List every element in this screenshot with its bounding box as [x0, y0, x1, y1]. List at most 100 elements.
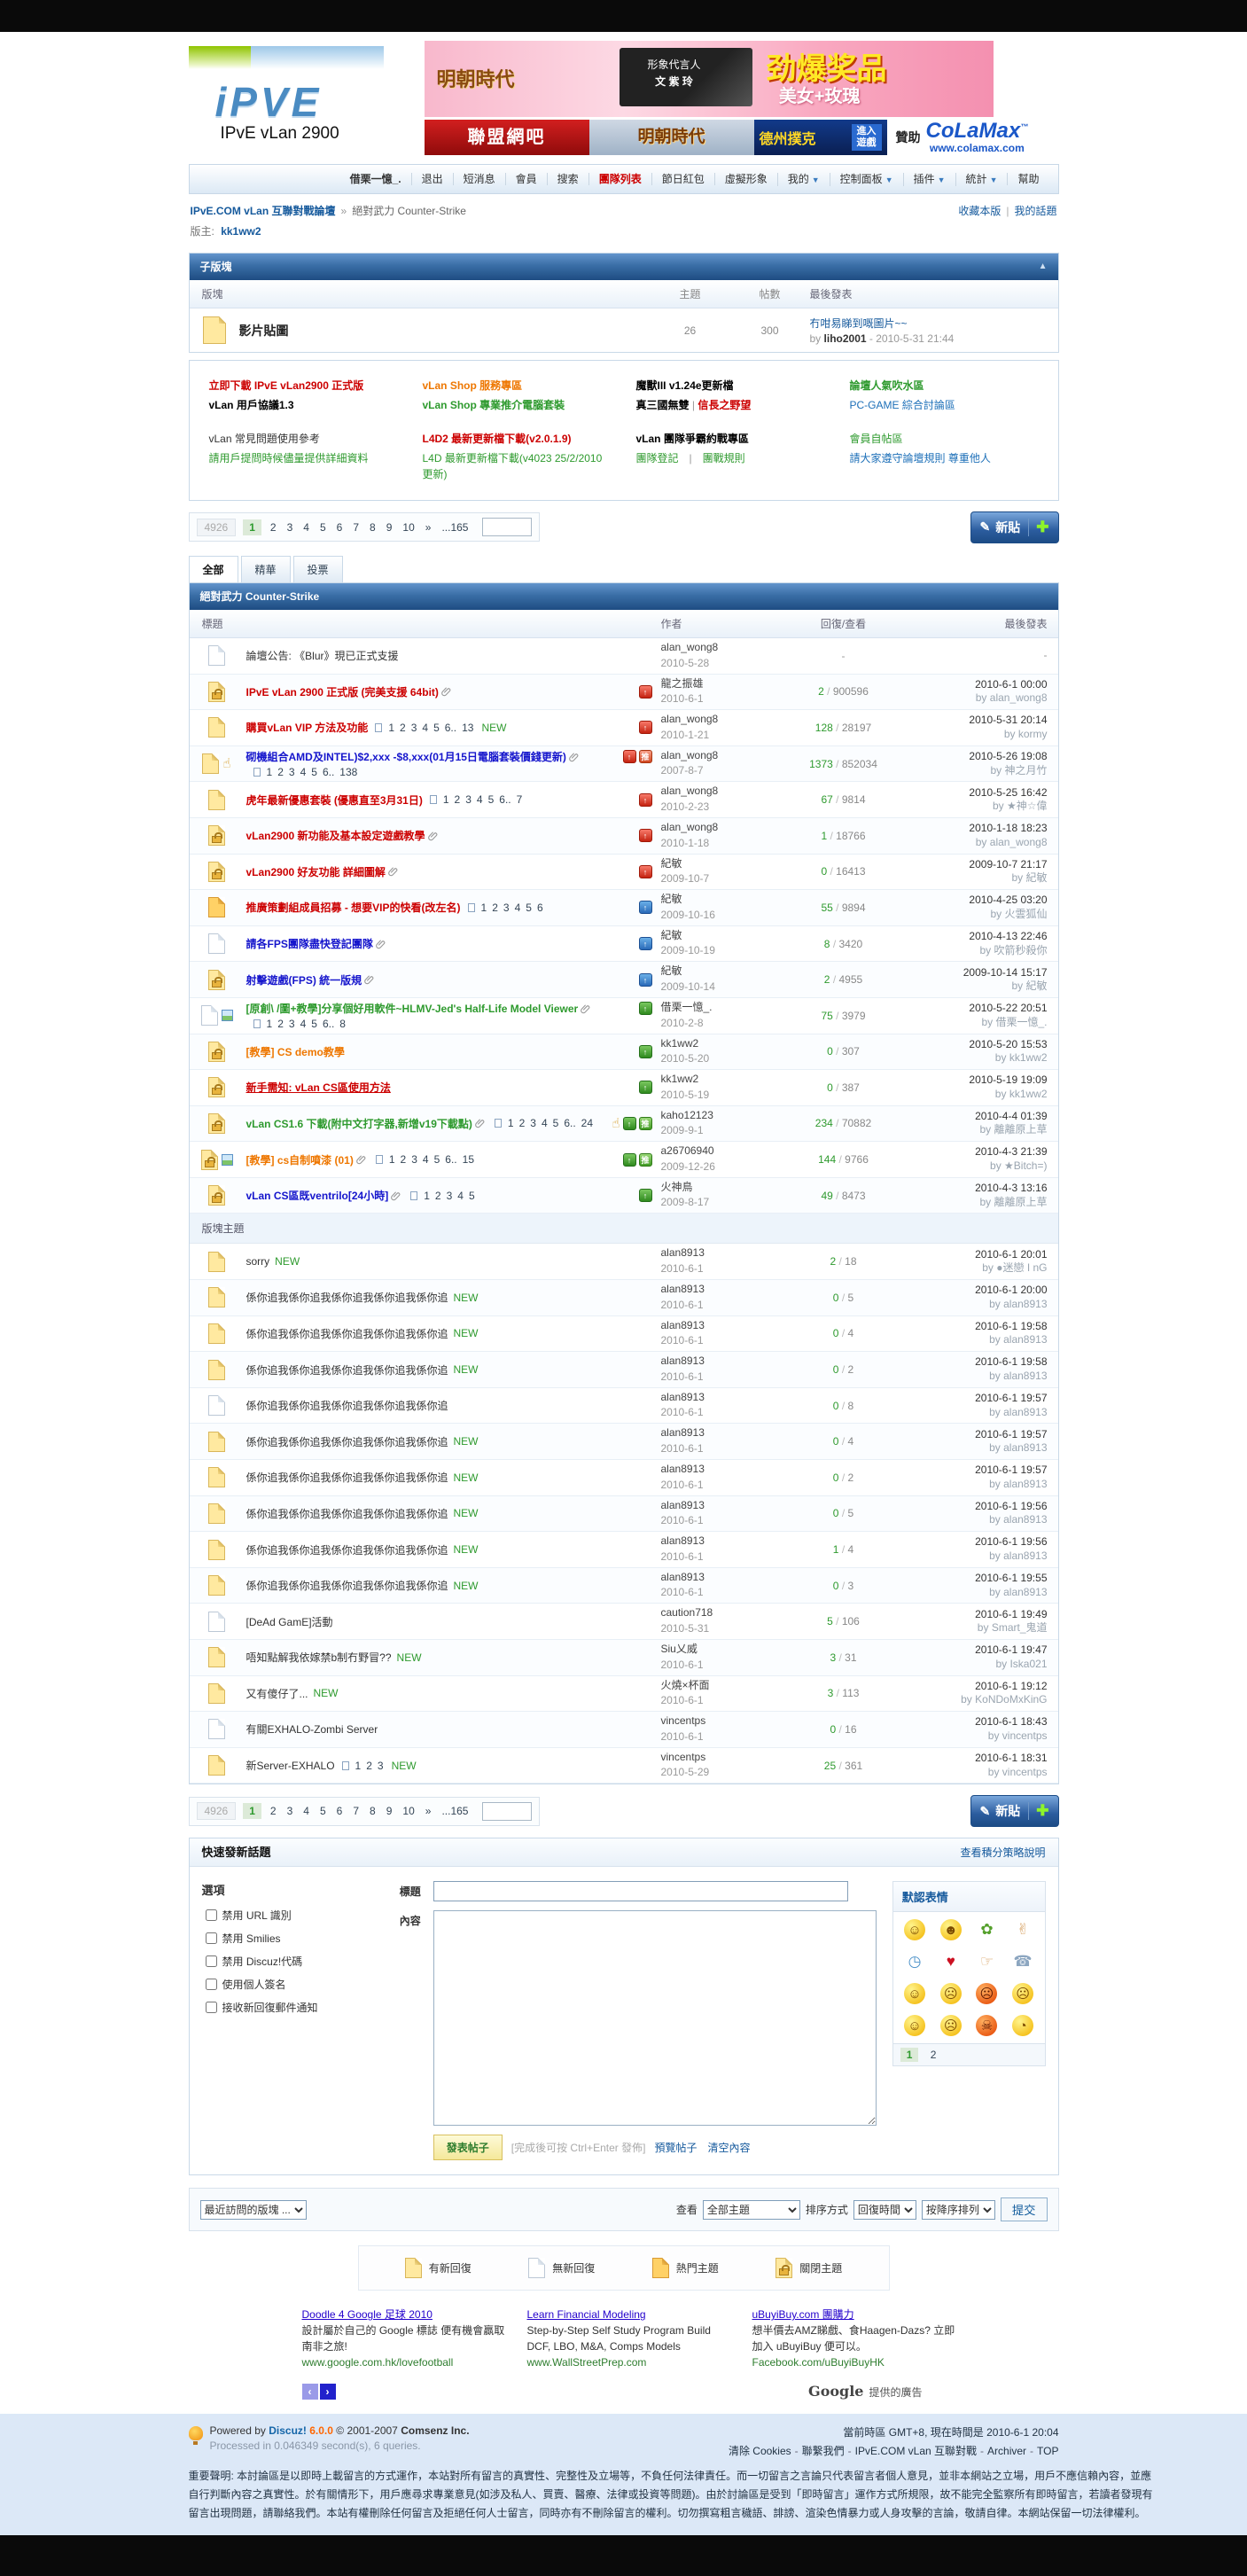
lastpost-user-link[interactable]: alan8913 — [1003, 1370, 1047, 1382]
thread-page-link[interactable]: 2 — [435, 1190, 441, 1202]
announce-link-text[interactable]: PC-GAME 綜合討論區 — [850, 399, 955, 411]
thread-page-link[interactable]: 4 — [300, 1018, 307, 1030]
new-thread-button[interactable]: ✎ 新貼 ✚ — [970, 1795, 1059, 1828]
thread-author-link[interactable]: alan8913 — [661, 1534, 705, 1547]
thread-author-link[interactable]: kk1ww2 — [661, 1073, 699, 1085]
thread-page-link[interactable]: 2 — [455, 793, 461, 806]
lastpost-user-link[interactable]: alan8913 — [1003, 1586, 1047, 1598]
kiss-smiley[interactable]: ♥ — [940, 1951, 962, 1972]
thread-page-link[interactable]: 5 — [311, 1018, 317, 1030]
thread-author-link[interactable]: alan8913 — [661, 1283, 705, 1295]
site-logo[interactable]: iPVE IPvE vLan 2900 — [188, 41, 419, 144]
announce-link[interactable]: vLan 團隊爭霸約戰專區 — [636, 431, 825, 448]
thread-page-link[interactable]: 5 — [311, 766, 317, 778]
tab-投票[interactable]: 投票 — [292, 555, 343, 582]
thread-author-link[interactable]: 紀敏 — [661, 964, 682, 977]
thread-page-link[interactable]: 4 — [422, 722, 428, 734]
thread-author-link[interactable]: 龍之振雄 — [661, 677, 704, 690]
thread-author-link[interactable]: alan8913 — [661, 1319, 705, 1331]
lastpost-user-link[interactable]: alan8913 — [1003, 1333, 1047, 1346]
thread-author-link[interactable]: alan_wong8 — [661, 821, 719, 833]
thread-page-link[interactable]: 6.. — [323, 1018, 334, 1030]
thread-page-link[interactable]: 15 — [463, 1153, 474, 1166]
nav-item-虛擬形象[interactable]: 虛擬形象 — [713, 173, 777, 185]
thread-title-link[interactable]: 係你追我係你追我係你追我係你追我係你追 — [246, 1434, 448, 1449]
thread-title-link[interactable]: vLan2900 新功能及基本設定遊戲教學 — [246, 828, 425, 843]
next-pages-link[interactable]: » — [420, 1803, 437, 1819]
subforum-link[interactable]: 影片貼圖 — [239, 324, 289, 338]
thread-page-link[interactable]: 3 — [503, 902, 510, 914]
thread-author-link[interactable]: kaho12123 — [661, 1109, 713, 1121]
page-link-6[interactable]: 6 — [331, 519, 348, 535]
footer-link-3[interactable]: Archiver — [987, 2445, 1026, 2457]
thread-page-link[interactable]: 3 — [289, 766, 295, 778]
thread-page-link[interactable]: 5 — [526, 902, 532, 914]
thread-author-link[interactable]: alan_wong8 — [661, 713, 719, 725]
thread-title-link[interactable]: 新手需知: vLan CS區使用方法 — [246, 1080, 391, 1095]
nav-item-我的[interactable]: 我的 ▼ — [776, 172, 830, 186]
thread-title-link[interactable]: 請各FPS團隊盡快登記團隊 — [246, 936, 373, 951]
announce-link[interactable]: vLan 常見問題使用參考 — [209, 431, 398, 448]
thread-page-link[interactable]: 3 — [465, 793, 472, 806]
page-link-2[interactable]: 2 — [265, 1803, 282, 1819]
thread-author-link[interactable]: 借栗一憶_. — [661, 1001, 713, 1013]
lastpost-user-link[interactable]: 借栗一憶_. — [995, 1016, 1047, 1028]
page-link-7[interactable]: 7 — [347, 1803, 364, 1819]
clear-content-link[interactable]: 清空內容 — [707, 2140, 750, 2155]
thread-title-link[interactable]: 砌機組合AMD及INTEL)$2,xxx -$8,xxx(01月15日電腦套裝價… — [246, 749, 566, 764]
sort-order-select[interactable]: 按降序排列 — [921, 2199, 995, 2220]
lastpost-user-link[interactable]: alan8913 — [1003, 1406, 1047, 1418]
thread-page-link[interactable]: 3 — [411, 722, 417, 734]
ming-dynasty-banner[interactable]: 明朝時代 — [588, 120, 754, 155]
thread-title-link[interactable]: 購買vLan VIP 方法及功能 — [246, 720, 369, 735]
thread-page-link[interactable]: 2 — [277, 766, 284, 778]
texas-poker-banner[interactable]: 德州撲克 進入遊戲 — [753, 120, 887, 155]
option-checkbox[interactable] — [205, 1979, 217, 1991]
announce-link[interactable]: 請用戶提問時候儘量提供詳細資料 — [209, 450, 398, 467]
favorite-board-link[interactable]: 收藏本版 — [958, 205, 1001, 217]
announce-link-text[interactable]: 團戰規則 — [703, 452, 745, 464]
thread-page-link[interactable]: 1 — [481, 902, 487, 914]
thread-page-link[interactable]: 1 — [443, 793, 449, 806]
tab-精華[interactable]: 精華 — [240, 555, 291, 582]
announce-link-text[interactable]: vLan 用戶協議1.3 — [209, 399, 294, 411]
thread-page-link[interactable]: 24 — [581, 1117, 593, 1129]
announce-link-text[interactable]: vLan Shop 服務專區 — [423, 379, 523, 392]
breadcrumb-home-link[interactable]: IPvE.COM vLan 互聯對戰論壇 — [191, 203, 336, 218]
thread-author-link[interactable]: 火燒×杯面 — [661, 1679, 710, 1691]
thread-title-link[interactable]: 係你追我係你追我係你追我係你追我係你追 — [246, 1542, 448, 1557]
thread-page-link[interactable]: 1 — [355, 1760, 362, 1772]
announce-link[interactable]: L4D2 最新更新檔下載(v2.0.1.9) — [423, 431, 612, 448]
recent-forums-select[interactable]: 最近訪問的版塊 ... — [199, 2199, 307, 2220]
thread-title-link[interactable]: [DeAd GamE]活動 — [246, 1614, 333, 1629]
thread-title-link[interactable]: 係你追我係你追我係你追我係你追我係你追 — [246, 1470, 448, 1485]
sort-field-select[interactable]: 回復時間 — [853, 2199, 916, 2220]
ads-next-button[interactable]: › — [319, 2383, 336, 2400]
page-jump-input[interactable] — [482, 1801, 533, 1821]
page-link-6[interactable]: 6 — [331, 1803, 348, 1819]
thread-author-link[interactable]: a26706940 — [661, 1144, 714, 1157]
announce-link[interactable]: 魔獸III v1.24e更新檔 — [636, 378, 825, 394]
apply-filter-button[interactable]: 提交 — [1000, 2197, 1048, 2222]
preview-post-link[interactable]: 預覽帖子 — [654, 2140, 697, 2155]
thread-page-link[interactable]: 2 — [366, 1760, 372, 1772]
announce-link[interactable]: 論壇人氣吹水區 — [850, 378, 1039, 394]
announce-link-text[interactable]: vLan 常見問題使用參考 — [209, 433, 320, 445]
thread-page-link[interactable]: 2 — [400, 722, 406, 734]
lastpost-user-link[interactable]: vincentps — [1002, 1729, 1048, 1742]
tab-全部[interactable]: 全部 — [188, 555, 238, 582]
announce-link-text[interactable]: 請大家遵守論壇規則 尊重他人 — [850, 452, 991, 464]
discuz-link[interactable]: Discuz! — [269, 2424, 307, 2437]
thread-title-link[interactable]: 虎年最新優惠套裝 (優惠直至3月31日) — [246, 792, 423, 808]
lastpost-user-link[interactable]: kormy — [1018, 728, 1048, 740]
footer-link-2[interactable]: IPvE.COM vLan 互聯對戰 — [855, 2445, 977, 2457]
thread-author-link[interactable]: 紀敏 — [661, 893, 682, 905]
nav-item-統計[interactable]: 統計 ▼ — [955, 172, 1008, 186]
announce-link-text[interactable]: 立即下載 IPvE vLan2900 正式版 — [209, 379, 364, 392]
announce-link-text[interactable]: 魔獸III v1.24e更新檔 — [636, 379, 734, 392]
thread-page-link[interactable]: 7 — [517, 793, 523, 806]
new-thread-button[interactable]: ✎ 新貼 ✚ — [970, 511, 1059, 543]
lastpost-user-link[interactable]: ●迷戀 I nG — [996, 1261, 1047, 1274]
page-link-8[interactable]: 8 — [364, 1803, 381, 1819]
announce-link[interactable]: 真三國無雙 | 信長之野望 — [636, 397, 825, 414]
